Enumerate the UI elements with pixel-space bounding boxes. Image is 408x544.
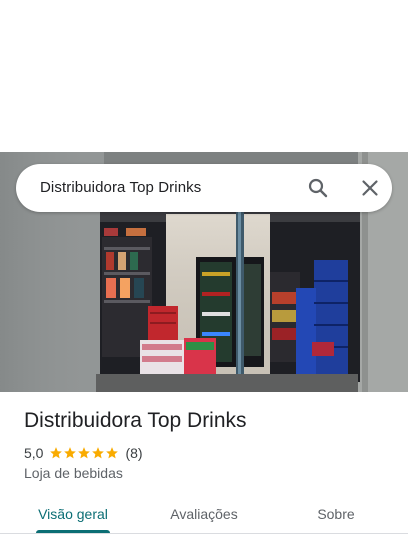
place-tabs: Visão geral Avaliações Sobre <box>0 496 408 544</box>
tab-label: Visão geral <box>38 506 108 522</box>
tab-overview[interactable]: Visão geral <box>24 496 122 532</box>
place-category: Loja de bebidas <box>24 465 123 481</box>
star-icon <box>106 447 119 459</box>
star-icon <box>50 447 63 459</box>
divider <box>0 533 408 534</box>
search-bar[interactable]: Distribuidora Top Drinks <box>16 164 392 212</box>
tab-reviews[interactable]: Avaliações <box>154 496 254 532</box>
rating-row[interactable]: 5,0 (8) <box>24 444 143 462</box>
star-rating <box>49 446 119 460</box>
search-input[interactable]: Distribuidora Top Drinks <box>40 164 201 212</box>
search-icon[interactable] <box>306 176 330 200</box>
star-icon <box>64 447 77 459</box>
review-count[interactable]: (8) <box>125 445 142 461</box>
tab-label: Sobre <box>317 506 355 522</box>
place-title: Distribuidora Top Drinks <box>24 409 247 432</box>
map-blank-area <box>0 0 408 152</box>
tab-about[interactable]: Sobre <box>296 496 376 532</box>
star-icon <box>92 447 105 459</box>
tab-label: Avaliações <box>170 506 238 522</box>
star-icon <box>78 447 91 459</box>
close-icon[interactable] <box>358 176 382 200</box>
rating-value: 5,0 <box>24 445 44 461</box>
